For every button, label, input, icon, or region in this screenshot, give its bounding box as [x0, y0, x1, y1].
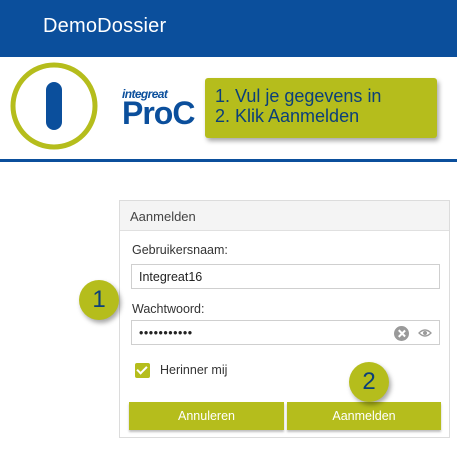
login-panel: Aanmelden Gebruikersnaam: Integreat16 Wa…: [119, 200, 450, 438]
step-1-marker: 1: [79, 280, 119, 320]
login-panel-header: Aanmelden: [120, 201, 449, 231]
step-2-marker: 2: [349, 362, 389, 402]
clear-icon[interactable]: [394, 326, 409, 341]
callout-line-1: 1. Vul je gegevens in: [215, 86, 382, 106]
brand-big-text: ProC: [122, 95, 195, 131]
username-input[interactable]: Integreat16: [131, 264, 440, 289]
password-label: Wachtwoord:: [132, 302, 205, 316]
username-value: Integreat16: [139, 270, 203, 284]
cancel-button[interactable]: Annuleren: [129, 402, 284, 430]
integreat-logo-icon: [8, 60, 100, 152]
remember-me-checkbox[interactable]: [135, 363, 150, 378]
login-panel-title: Aanmelden: [130, 209, 196, 224]
callout-line-2: 2. Klik Aanmelden: [215, 106, 360, 126]
app-window: DemoDossier integreat ProC 1. Vul je geg…: [0, 0, 457, 451]
app-title: DemoDossier: [43, 15, 167, 37]
password-value: •••••••••••: [139, 326, 193, 340]
title-bar: DemoDossier: [0, 0, 457, 57]
instruction-callout: 1. Vul je gegevens in 2. Klik Aanmelden: [205, 78, 437, 138]
login-button[interactable]: Aanmelden: [287, 402, 441, 430]
username-label: Gebruikersnaam:: [132, 243, 228, 257]
remember-me-label: Herinner mij: [160, 363, 228, 377]
header-divider: [0, 159, 457, 162]
password-input[interactable]: •••••••••••: [131, 320, 440, 345]
eye-icon[interactable]: [418, 327, 432, 339]
